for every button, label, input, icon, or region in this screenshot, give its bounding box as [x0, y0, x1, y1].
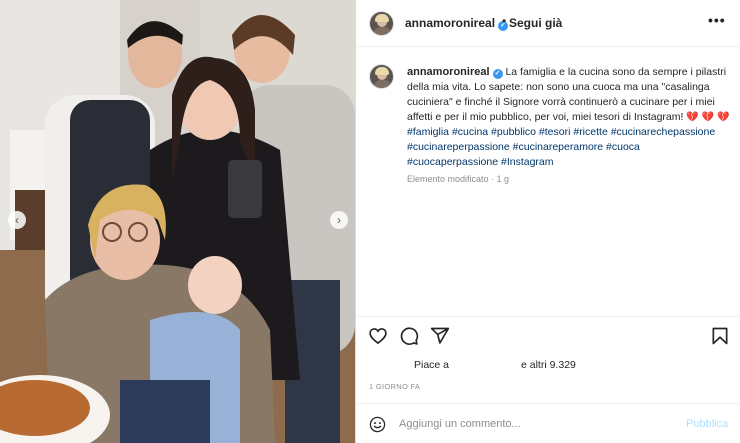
post-side-panel: annamoronireal ✓ • Segui già ••• annamoro… — [355, 0, 740, 443]
share-icon[interactable] — [430, 326, 450, 346]
author-username-text[interactable]: annamoronireal — [405, 16, 495, 30]
carousel-prev-button[interactable]: ‹ — [8, 211, 26, 229]
comment-icon[interactable] — [399, 326, 419, 346]
caption-avatar[interactable] — [369, 64, 394, 89]
caption-verified-badge-icon: ✓ — [492, 69, 503, 79]
post-header: annamoronireal ✓ • Segui già ••• — [356, 0, 740, 47]
likes-count[interactable]: e altri 9.329 — [521, 359, 576, 371]
heart-icon[interactable] — [368, 326, 388, 346]
edited-meta: Elemento modificato · 1 g — [407, 174, 510, 184]
family-photo — [0, 0, 355, 443]
comment-input[interactable] — [399, 412, 669, 436]
actions-divider — [356, 316, 740, 317]
post-timestamp[interactable]: 1 GIORNO FA — [369, 382, 420, 391]
likes-prefix: Piace a — [414, 359, 450, 371]
broken-heart-emojis: 💔 💔 — [686, 112, 715, 123]
dot-separator: • — [502, 14, 507, 28]
emoji-icon[interactable] — [369, 416, 386, 433]
post-caption: annamoronireal ✓ La famiglia e la cucina … — [407, 65, 732, 170]
carousel-next-button[interactable]: › — [330, 211, 348, 229]
post-photo: ‹ › — [0, 0, 355, 443]
caption-username[interactable]: annamoronireal — [407, 66, 490, 78]
broken-heart-emoji: 💔 — [716, 112, 730, 123]
follow-button[interactable]: Segui già — [509, 16, 562, 30]
comment-bar: Pubblica — [356, 403, 740, 443]
author-username[interactable]: annamoronireal ✓ — [405, 16, 509, 31]
bookmark-icon[interactable] — [710, 326, 730, 346]
caption-hashtags[interactable]: #famiglia #cucina #pubblico #tesori #ric… — [407, 126, 715, 168]
avatar[interactable] — [369, 11, 394, 36]
more-options-icon[interactable]: ••• — [708, 12, 726, 28]
publish-button[interactable]: Pubblica — [686, 418, 728, 430]
